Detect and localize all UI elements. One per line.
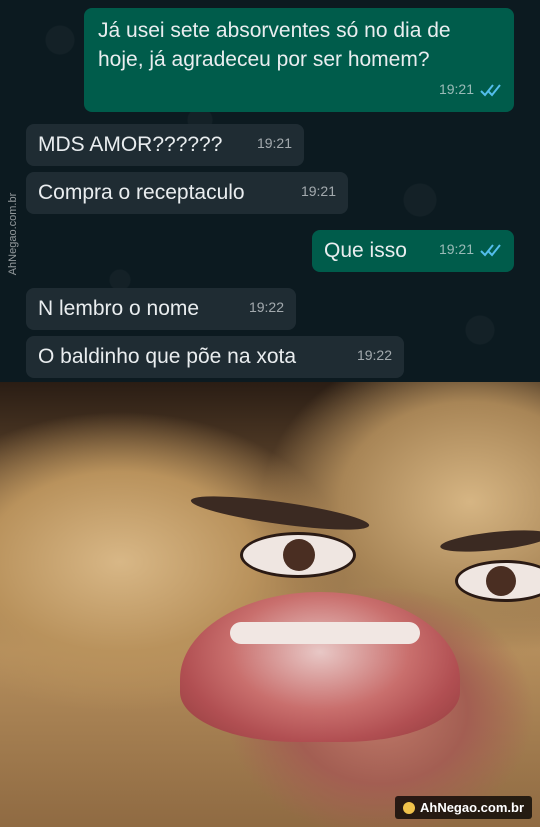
chat-area: Já usei sete absorventes só no dia de ho…: [0, 0, 540, 382]
message-meta: 19:22: [357, 341, 392, 370]
message-time: 19:22: [248, 299, 284, 315]
message-incoming-1[interactable]: MDS AMOR?????? 19:21: [26, 124, 304, 166]
left-iris: [283, 539, 315, 571]
distorted-face-meme-image: AhNegao.com.br: [0, 382, 540, 827]
site-logo-icon: [402, 801, 415, 814]
message-meta: 19:22: [249, 293, 284, 322]
message-time: 19:21: [438, 81, 474, 97]
right-iris: [486, 566, 516, 596]
message-text: MDS AMOR??????: [38, 133, 223, 156]
site-watermark-text: AhNegao.com.br: [419, 800, 524, 815]
right-eye: [455, 560, 540, 602]
message-incoming-4[interactable]: O baldinho que põe na xota 19:22: [26, 336, 404, 378]
message-text: N lembro o nome: [38, 297, 200, 320]
message-text: Que isso: [324, 239, 407, 262]
teeth: [230, 622, 420, 644]
message-text: O baldinho que põe na xota: [38, 345, 297, 368]
double-check-icon: [480, 243, 501, 256]
side-watermark-text: AhNegao.com.br: [7, 192, 19, 276]
message-time: 19:21: [300, 183, 336, 199]
message-time: 19:22: [356, 347, 392, 363]
left-eye: [240, 532, 356, 578]
double-check-icon: [480, 83, 501, 96]
site-watermark-badge: AhNegao.com.br: [394, 796, 532, 819]
left-eyebrow: [189, 489, 371, 537]
message-time: 19:21: [256, 135, 292, 151]
message-outgoing-2[interactable]: Que isso 19:21: [312, 230, 514, 272]
message-meta: 19:21: [257, 129, 292, 158]
message-text: Compra o receptaculo: [38, 181, 245, 204]
right-eyebrow: [439, 526, 540, 556]
message-time: 19:21: [438, 241, 474, 257]
message-incoming-3[interactable]: N lembro o nome 19:22: [26, 288, 296, 330]
message-outgoing-1[interactable]: Já usei sete absorventes só no dia de ho…: [84, 8, 514, 112]
message-incoming-2[interactable]: Compra o receptaculo 19:21: [26, 172, 348, 214]
message-text: Já usei sete absorventes só no dia de ho…: [98, 19, 451, 71]
message-meta: 19:21: [301, 177, 336, 206]
message-meta: 19:21: [439, 75, 502, 104]
side-watermark: AhNegao.com.br: [6, 180, 20, 290]
mouth: [180, 592, 460, 742]
message-meta: 19:21: [439, 235, 502, 264]
